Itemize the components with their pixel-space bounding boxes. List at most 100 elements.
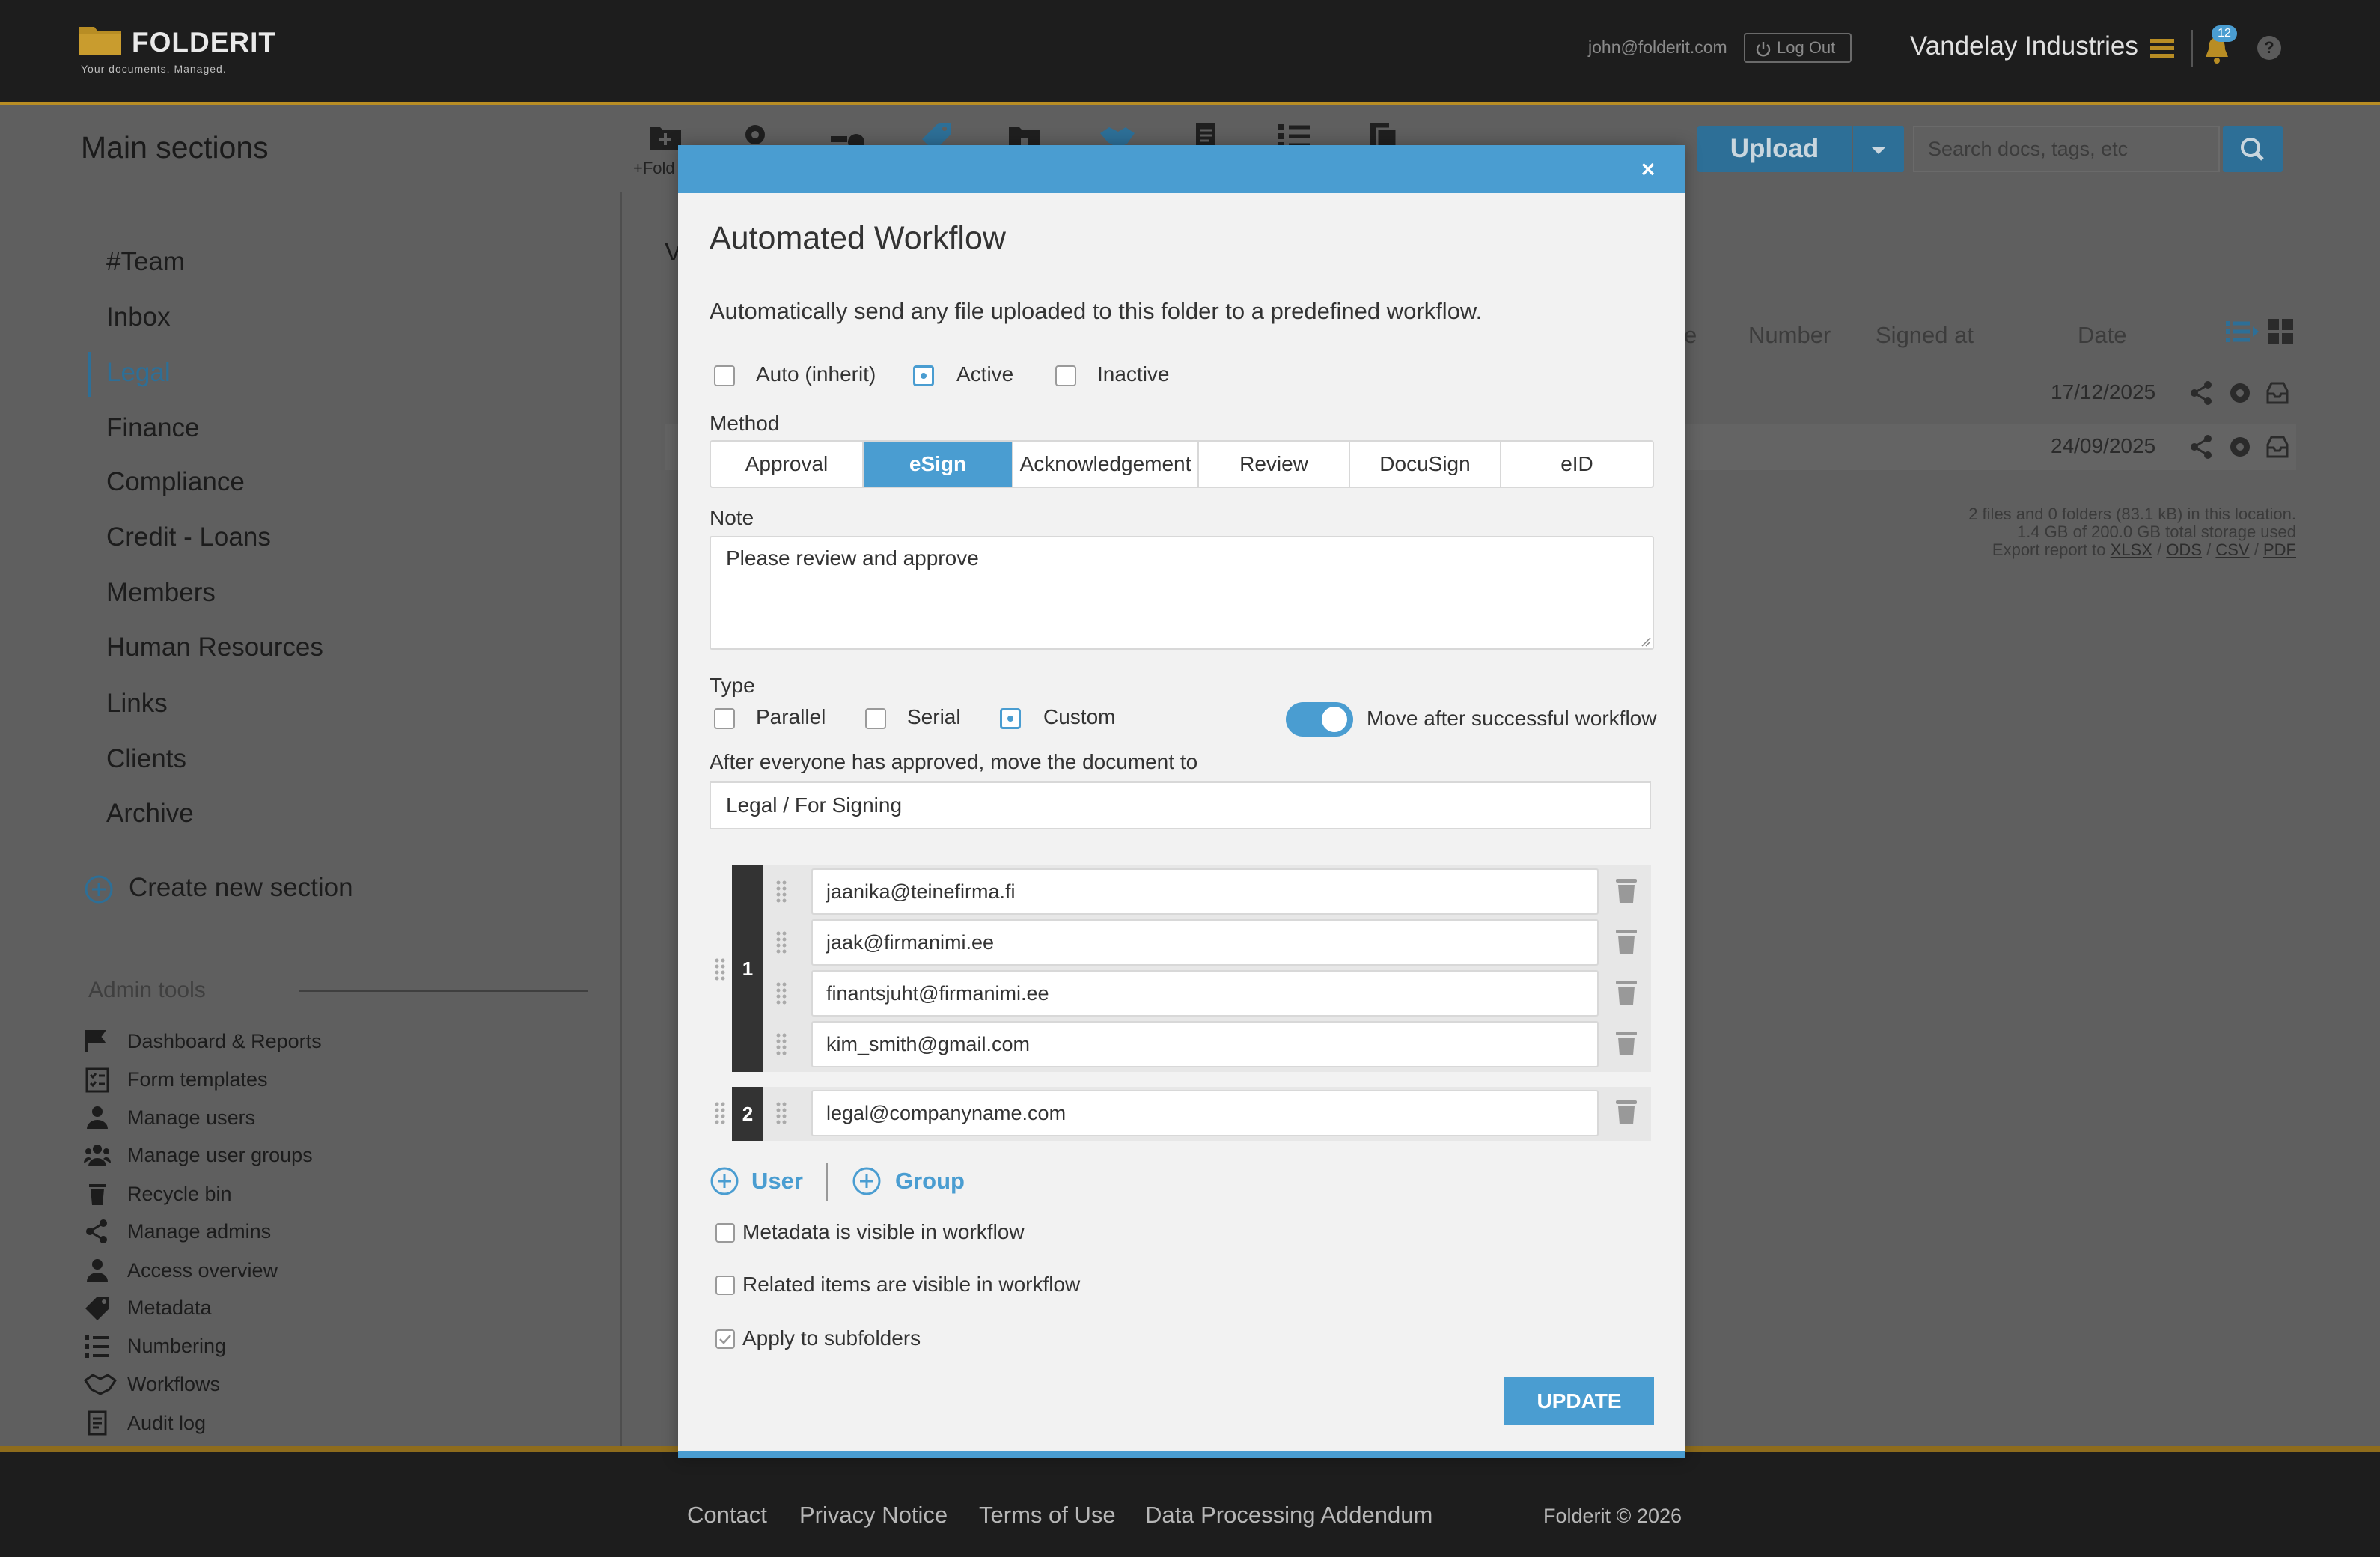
tab-eid[interactable]: eID bbox=[1501, 442, 1653, 487]
sidebar-item-credit-loans[interactable]: Credit - Loans bbox=[106, 522, 271, 552]
sidebar-item-finance[interactable]: Finance bbox=[106, 413, 200, 443]
column-header-signed-at[interactable]: Signed at bbox=[1876, 322, 1974, 349]
share-icon[interactable] bbox=[2188, 380, 2214, 406]
drag-handle-icon[interactable] bbox=[714, 957, 726, 982]
radio-active[interactable] bbox=[913, 365, 934, 386]
radio-auto-inherit-label[interactable]: Auto (inherit) bbox=[756, 362, 876, 386]
help-icon[interactable]: ? bbox=[2257, 36, 2281, 60]
tab-review[interactable]: Review bbox=[1199, 442, 1350, 487]
sidebar-item-archive[interactable]: Archive bbox=[106, 799, 194, 829]
sidebar-item-clients[interactable]: Clients bbox=[106, 744, 186, 774]
drag-handle-icon[interactable] bbox=[775, 981, 787, 1006]
trash-icon[interactable] bbox=[1614, 1097, 1639, 1126]
radio-parallel-label[interactable]: Parallel bbox=[756, 705, 826, 729]
export-pdf-link[interactable]: PDF bbox=[2263, 540, 2296, 559]
related-items-visible-checkbox[interactable] bbox=[715, 1276, 735, 1295]
related-items-visible-label[interactable]: Related items are visible in workflow bbox=[742, 1273, 1080, 1297]
share-icon[interactable] bbox=[2188, 434, 2214, 460]
column-header-date[interactable]: Date bbox=[2078, 322, 2126, 349]
radio-inactive-label[interactable]: Inactive bbox=[1097, 362, 1170, 386]
gear-icon[interactable] bbox=[2227, 380, 2253, 406]
upload-button[interactable]: Upload bbox=[1697, 126, 1852, 172]
admin-item-audit-log[interactable]: Audit log bbox=[127, 1412, 206, 1435]
footer-link-terms[interactable]: Terms of Use bbox=[979, 1502, 1116, 1529]
sidebar-item-legal[interactable]: Legal bbox=[106, 358, 171, 388]
trash-icon[interactable] bbox=[1614, 978, 1639, 1006]
export-ods-link[interactable]: ODS bbox=[2166, 540, 2202, 559]
tab-docusign[interactable]: DocuSign bbox=[1350, 442, 1501, 487]
resize-grip-icon[interactable] bbox=[1641, 636, 1651, 647]
trash-icon[interactable] bbox=[1614, 1029, 1639, 1057]
admin-item-form-templates[interactable]: Form templates bbox=[127, 1068, 268, 1091]
approver-email-input[interactable]: finantsjuht@firmanimi.ee bbox=[811, 970, 1599, 1017]
destination-input[interactable]: Legal / For Signing bbox=[710, 781, 1651, 829]
upload-dropdown-button[interactable] bbox=[1853, 126, 1904, 172]
metadata-visible-checkbox[interactable] bbox=[715, 1223, 735, 1243]
footer-link-dpa[interactable]: Data Processing Addendum bbox=[1145, 1502, 1432, 1529]
logout-button[interactable]: Log Out bbox=[1744, 33, 1852, 63]
apply-subfolders-checkbox[interactable] bbox=[715, 1329, 735, 1349]
footer-link-contact[interactable]: Contact bbox=[687, 1502, 767, 1529]
tab-esign[interactable]: eSign bbox=[864, 442, 1013, 487]
admin-item-recycle-bin[interactable]: Recycle bin bbox=[127, 1183, 232, 1206]
column-header-partial[interactable]: e bbox=[1684, 322, 1697, 349]
search-input[interactable]: Search docs, tags, etc bbox=[1913, 126, 2220, 172]
radio-custom[interactable] bbox=[1000, 708, 1021, 729]
approver-email-input[interactable]: jaak@firmanimi.ee bbox=[811, 919, 1599, 966]
footer-link-privacy[interactable]: Privacy Notice bbox=[799, 1502, 948, 1529]
approver-email-input[interactable]: legal@companyname.com bbox=[811, 1090, 1599, 1136]
drag-handle-icon[interactable] bbox=[714, 1100, 726, 1126]
column-header-number[interactable]: Number bbox=[1748, 322, 1831, 349]
admin-item-dashboard[interactable]: Dashboard & Reports bbox=[127, 1030, 322, 1053]
update-button[interactable]: UPDATE bbox=[1504, 1377, 1654, 1425]
radio-serial-label[interactable]: Serial bbox=[907, 705, 961, 729]
apply-subfolders-label[interactable]: Apply to subfolders bbox=[742, 1326, 921, 1350]
drag-handle-icon[interactable] bbox=[775, 930, 787, 955]
sidebar-item-links[interactable]: Links bbox=[106, 689, 168, 719]
create-section-link[interactable]: Create new section bbox=[129, 873, 353, 903]
admin-item-metadata[interactable]: Metadata bbox=[127, 1297, 212, 1320]
admin-item-manage-user-groups[interactable]: Manage user groups bbox=[127, 1144, 313, 1167]
trash-icon[interactable] bbox=[1614, 927, 1639, 955]
note-textarea[interactable]: Please review and approve bbox=[710, 536, 1654, 650]
move-after-workflow-toggle[interactable] bbox=[1286, 702, 1353, 737]
close-button[interactable]: × bbox=[1633, 154, 1663, 184]
metadata-visible-label[interactable]: Metadata is visible in workflow bbox=[742, 1220, 1025, 1244]
trash-icon[interactable] bbox=[1614, 876, 1639, 904]
company-name[interactable]: Vandelay Industries bbox=[1910, 31, 2138, 61]
admin-item-workflows[interactable]: Workflows bbox=[127, 1373, 220, 1396]
drag-handle-icon[interactable] bbox=[775, 1100, 787, 1126]
radio-active-label[interactable]: Active bbox=[956, 362, 1013, 386]
radio-auto-inherit[interactable] bbox=[714, 365, 735, 386]
sidebar-item-compliance[interactable]: Compliance bbox=[106, 467, 245, 497]
sidebar-item-team[interactable]: #Team bbox=[106, 247, 185, 277]
export-xlsx-link[interactable]: XLSX bbox=[2111, 540, 2152, 559]
drag-handle-icon[interactable] bbox=[775, 1032, 787, 1057]
export-csv-link[interactable]: CSV bbox=[2215, 540, 2249, 559]
add-group-button[interactable]: Group bbox=[895, 1168, 965, 1195]
inbox-tray-icon[interactable] bbox=[2265, 434, 2290, 460]
gear-icon[interactable] bbox=[2227, 434, 2253, 460]
sidebar-item-inbox[interactable]: Inbox bbox=[106, 302, 171, 332]
plus-circle-icon[interactable] bbox=[852, 1166, 882, 1196]
tab-approval[interactable]: Approval bbox=[711, 442, 864, 487]
plus-circle-icon[interactable] bbox=[84, 874, 114, 904]
admin-item-access-overview[interactable]: Access overview bbox=[127, 1259, 278, 1282]
plus-circle-icon[interactable] bbox=[710, 1166, 739, 1196]
drag-handle-icon[interactable] bbox=[775, 879, 787, 904]
radio-serial[interactable] bbox=[865, 708, 886, 729]
radio-parallel[interactable] bbox=[714, 708, 735, 729]
approver-email-input[interactable]: jaanika@teinefirma.fi bbox=[811, 868, 1599, 915]
inbox-tray-icon[interactable] bbox=[2265, 380, 2290, 406]
radio-custom-label[interactable]: Custom bbox=[1043, 705, 1115, 729]
approver-email-input[interactable]: kim_smith@gmail.com bbox=[811, 1021, 1599, 1067]
add-user-button[interactable]: User bbox=[751, 1168, 803, 1195]
grid-view-icon[interactable] bbox=[2268, 319, 2293, 344]
hamburger-menu-icon[interactable] bbox=[2150, 39, 2174, 58]
admin-item-manage-users[interactable]: Manage users bbox=[127, 1106, 255, 1130]
sidebar-item-members[interactable]: Members bbox=[106, 578, 216, 608]
tab-acknowledgement[interactable]: Acknowledgement bbox=[1013, 442, 1199, 487]
admin-item-manage-admins[interactable]: Manage admins bbox=[127, 1220, 271, 1243]
list-view-icon[interactable] bbox=[2226, 319, 2260, 344]
sidebar-item-human-resources[interactable]: Human Resources bbox=[106, 633, 323, 662]
